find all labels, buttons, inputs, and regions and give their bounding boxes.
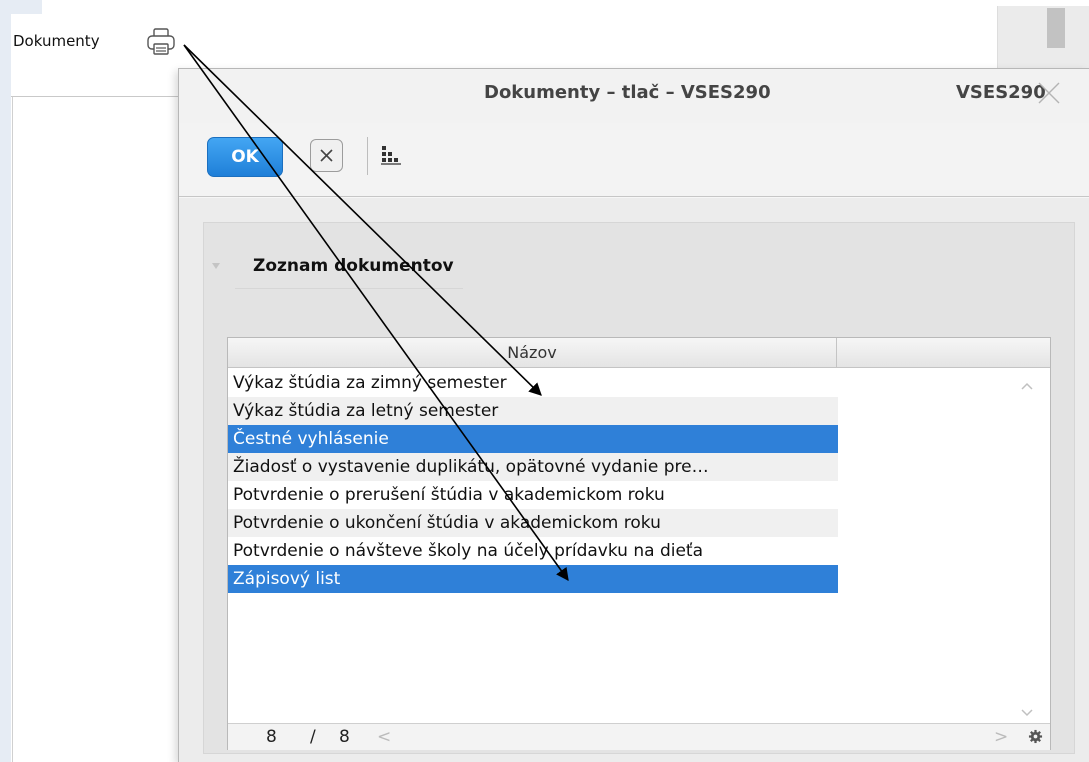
grid-header: Názov [228,338,1050,368]
gear-icon[interactable] [1028,729,1043,744]
pager-separator: / [310,727,316,747]
dialog-titlebar: Dokumenty – tlač – VSES290 VSES290 [179,69,1089,123]
documents-grid: Názov Výkaz štúdia za zimný semester Výk… [227,337,1051,750]
print-dialog: Dokumenty – tlač – VSES290 VSES290 OK Zo… [178,68,1089,762]
page-divider [12,97,13,762]
table-row[interactable]: Výkaz štúdia za zimný semester [228,369,838,397]
table-row[interactable]: Potvrdenie o prerušení štúdia v akademic… [228,481,838,509]
left-strip [0,0,11,762]
grid-view-icon[interactable] [380,144,402,166]
ok-button[interactable]: OK [207,137,283,177]
scroll-up-icon[interactable] [1020,381,1034,391]
dialog-title: Dokumenty – tlač – VSES290 [484,82,771,103]
left-strip-top [0,0,42,14]
table-row[interactable]: Potvrdenie o návšteve školy na účely prí… [228,537,838,565]
cancel-button[interactable] [310,139,343,172]
table-row[interactable]: Potvrdenie o ukončení štúdia v akademick… [228,509,838,537]
scroll-left-icon[interactable]: < [377,727,391,747]
documents-label: Dokumenty [13,32,100,50]
table-row-selected[interactable]: Zápisový list [228,565,838,593]
collapse-triangle-icon[interactable] [211,261,221,271]
scroll-down-icon[interactable] [1020,708,1034,718]
pager-total: 8 [339,727,350,747]
column-header-nazov[interactable]: Názov [228,338,837,368]
table-row[interactable]: Žiadosť o vystavenie duplikátu, opätovné… [228,453,838,481]
dialog-toolbar: OK [179,123,1089,197]
table-row-selected[interactable]: Čestné vyhlásenie [228,425,838,453]
toolbar-separator [367,137,368,175]
grid-footer: 8 / 8 < > [228,723,1050,750]
page-scrollbar-thumb[interactable] [1047,8,1065,48]
section-underline [235,288,463,289]
dialog-content: Zoznam dokumentov Názov Výkaz štúdia za … [179,198,1089,762]
dialog-code: VSES290 [956,82,1046,103]
pager-current: 8 [266,727,277,747]
section-title: Zoznam dokumentov [253,256,454,276]
x-icon [320,149,333,162]
table-row[interactable]: Výkaz štúdia za letný semester [228,397,838,425]
close-icon[interactable] [1037,81,1061,105]
scroll-right-icon[interactable]: > [994,727,1008,747]
printer-icon[interactable] [145,25,177,57]
